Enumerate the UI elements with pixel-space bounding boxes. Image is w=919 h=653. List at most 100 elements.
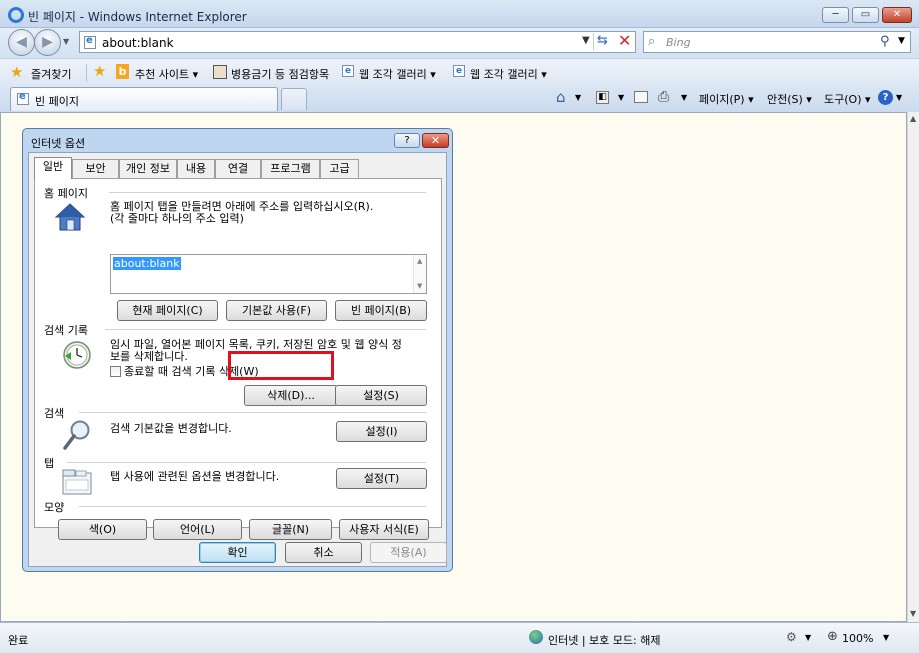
- recent-pages-dropdown-icon[interactable]: ▼: [63, 37, 69, 46]
- tab-programs[interactable]: 프로그램: [261, 159, 320, 178]
- dialog-help-button[interactable]: ?: [394, 133, 420, 148]
- stop-icon[interactable]: ✕: [618, 31, 631, 50]
- search-desc: 검색 기본값을 변경합니다.: [110, 422, 232, 435]
- delete-history-button[interactable]: 삭제(D)...: [244, 385, 338, 406]
- tabs-settings-button[interactable]: 설정(T): [336, 468, 427, 489]
- zoom-icon[interactable]: ⊕: [827, 629, 838, 644]
- help-dropdown-icon[interactable]: ▼: [896, 93, 902, 102]
- search-settings-button[interactable]: 설정(I): [336, 421, 427, 442]
- bing-icon: b: [116, 64, 129, 79]
- use-current-button[interactable]: 현재 페이지(C): [117, 300, 218, 321]
- vertical-scrollbar[interactable]: ▲ ▼: [907, 112, 919, 622]
- divider: [79, 412, 426, 413]
- languages-button[interactable]: 언어(L): [153, 519, 242, 540]
- divider: [105, 329, 426, 330]
- internet-options-dialog: 인터넷 옵션 ? ✕ 일반 보안 개인 정보 내용 연결 프로그램 고급 홈 페…: [22, 128, 453, 572]
- home-dropdown-icon[interactable]: ▼: [575, 93, 581, 102]
- tab-blank-page[interactable]: 빈 페이지: [10, 87, 278, 111]
- house-icon: [54, 203, 86, 231]
- safety-menu[interactable]: 안전(S) ▾: [767, 91, 812, 107]
- suggested-sites-button[interactable]: 추천 사이트 ▾: [135, 66, 198, 82]
- home-page-textarea[interactable]: about:blank ▲ ▼: [110, 254, 427, 294]
- accessibility-button[interactable]: 사용자 서식(E): [339, 519, 429, 540]
- dialog-close-button[interactable]: ✕: [422, 133, 449, 148]
- print-dropdown-icon[interactable]: ▼: [681, 93, 687, 102]
- protected-mode-dropdown-icon[interactable]: ▼: [805, 633, 811, 642]
- feeds-icon[interactable]: ◧: [596, 91, 609, 104]
- zoom-level[interactable]: 100%: [842, 632, 873, 645]
- window-title: 빈 페이지 - Windows Internet Explorer: [28, 10, 247, 24]
- use-blank-button[interactable]: 빈 페이지(B): [335, 300, 427, 321]
- maximize-button[interactable]: ▭: [852, 7, 879, 23]
- status-bar: 완료 인터넷 | 보호 모드: 해제 ⚙ ▼ ⊕ 100% ▼: [0, 622, 919, 653]
- new-tab-button[interactable]: [281, 88, 307, 110]
- favbar-separator: [86, 64, 87, 82]
- address-row: ◀ ▶ ▼ about:blank ▼ ⇆ ✕ ⌕ Bing ⚲ ▼: [0, 28, 919, 58]
- history-settings-button[interactable]: 설정(S): [335, 385, 427, 406]
- tabs-header: 탭: [44, 457, 55, 470]
- address-dropdown-icon[interactable]: ▼: [582, 35, 590, 46]
- fonts-button[interactable]: 글꼴(N): [249, 519, 332, 540]
- address-bar[interactable]: about:blank ▼ ⇆ ✕: [79, 31, 636, 53]
- textarea-scrollbar[interactable]: ▲ ▼: [413, 255, 426, 293]
- favorite-link-1[interactable]: 병용금기 등 점검항목: [231, 66, 329, 82]
- colors-button[interactable]: 색(O): [58, 519, 147, 540]
- magnifier-icon: [63, 420, 90, 450]
- history-clock-icon: [63, 341, 91, 369]
- web-slice-gallery-1[interactable]: 웹 조각 갤러리 ▾: [359, 66, 436, 82]
- zoom-dropdown-icon[interactable]: ▼: [883, 633, 889, 642]
- tab-content[interactable]: 내용: [177, 159, 215, 178]
- address-input[interactable]: about:blank: [102, 36, 174, 50]
- mail-icon[interactable]: [634, 91, 648, 103]
- protected-mode-icon[interactable]: ⚙: [786, 630, 797, 644]
- help-icon[interactable]: ?: [878, 90, 893, 105]
- tab-privacy[interactable]: 개인 정보: [119, 159, 177, 178]
- scroll-up-icon[interactable]: ▲: [910, 114, 916, 123]
- home-page-value[interactable]: about:blank: [113, 257, 181, 270]
- tabs-icon: [62, 469, 92, 495]
- search-input[interactable]: Bing: [666, 36, 691, 49]
- cancel-button[interactable]: 취소: [285, 542, 362, 563]
- home-icon[interactable]: ⌂: [556, 88, 566, 106]
- forward-button[interactable]: ▶: [34, 29, 61, 56]
- use-default-button[interactable]: 기본값 사용(F): [226, 300, 327, 321]
- favorites-bar: ★ 즐겨찾기 ★ b 추천 사이트 ▾ 병용금기 등 점검항목 e 웹 조각 갤…: [0, 58, 919, 86]
- tab-advanced[interactable]: 고급: [320, 159, 359, 178]
- page-thumbnail-icon: [213, 65, 227, 79]
- favorites-button[interactable]: 즐겨찾기: [31, 66, 71, 82]
- web-slice-gallery-2[interactable]: 웹 조각 갤러리 ▾: [470, 66, 547, 82]
- add-favorite-icon[interactable]: ★: [93, 62, 106, 80]
- web-slice-icon: e: [453, 65, 465, 77]
- ok-button[interactable]: 확인: [199, 542, 276, 563]
- web-slice-icon: e: [342, 65, 354, 77]
- delete-on-exit-checkbox[interactable]: [110, 366, 121, 377]
- appearance-header: 모양: [44, 501, 65, 514]
- search-go-icon[interactable]: ⚲: [880, 34, 890, 49]
- feeds-dropdown-icon[interactable]: ▼: [618, 93, 624, 102]
- dialog-title: 인터넷 옵션: [31, 137, 86, 150]
- address-separator: [593, 33, 594, 51]
- tab-general[interactable]: 일반: [34, 157, 72, 179]
- internet-zone-icon: [529, 630, 543, 644]
- highlight-box: [228, 351, 334, 380]
- apply-button[interactable]: 적용(A): [370, 542, 447, 563]
- tools-menu[interactable]: 도구(O) ▾: [824, 91, 871, 107]
- tab-connections[interactable]: 연결: [215, 159, 261, 178]
- tab-security[interactable]: 보안: [72, 159, 119, 178]
- back-button[interactable]: ◀: [8, 29, 35, 56]
- divider: [67, 462, 426, 463]
- page-menu[interactable]: 페이지(P) ▾: [699, 91, 754, 107]
- scroll-down-icon[interactable]: ▼: [417, 282, 422, 290]
- page-icon: [84, 35, 96, 49]
- search-box[interactable]: ⌕ Bing ⚲ ▼: [643, 31, 911, 53]
- close-window-button[interactable]: ✕: [882, 7, 912, 23]
- security-zone-text[interactable]: 인터넷 | 보호 모드: 해제: [548, 632, 660, 648]
- ie-logo-icon: [8, 7, 24, 23]
- print-icon[interactable]: ⎙: [658, 89, 669, 105]
- refresh-icon[interactable]: ⇆: [597, 33, 608, 48]
- scroll-down-icon[interactable]: ▼: [910, 609, 916, 618]
- search-dropdown-icon[interactable]: ▼: [898, 36, 905, 46]
- scroll-up-icon[interactable]: ▲: [417, 257, 422, 265]
- title-bar: 빈 페이지 - Windows Internet Explorer ─ ▭ ✕: [0, 0, 919, 28]
- minimize-button[interactable]: ─: [822, 7, 849, 23]
